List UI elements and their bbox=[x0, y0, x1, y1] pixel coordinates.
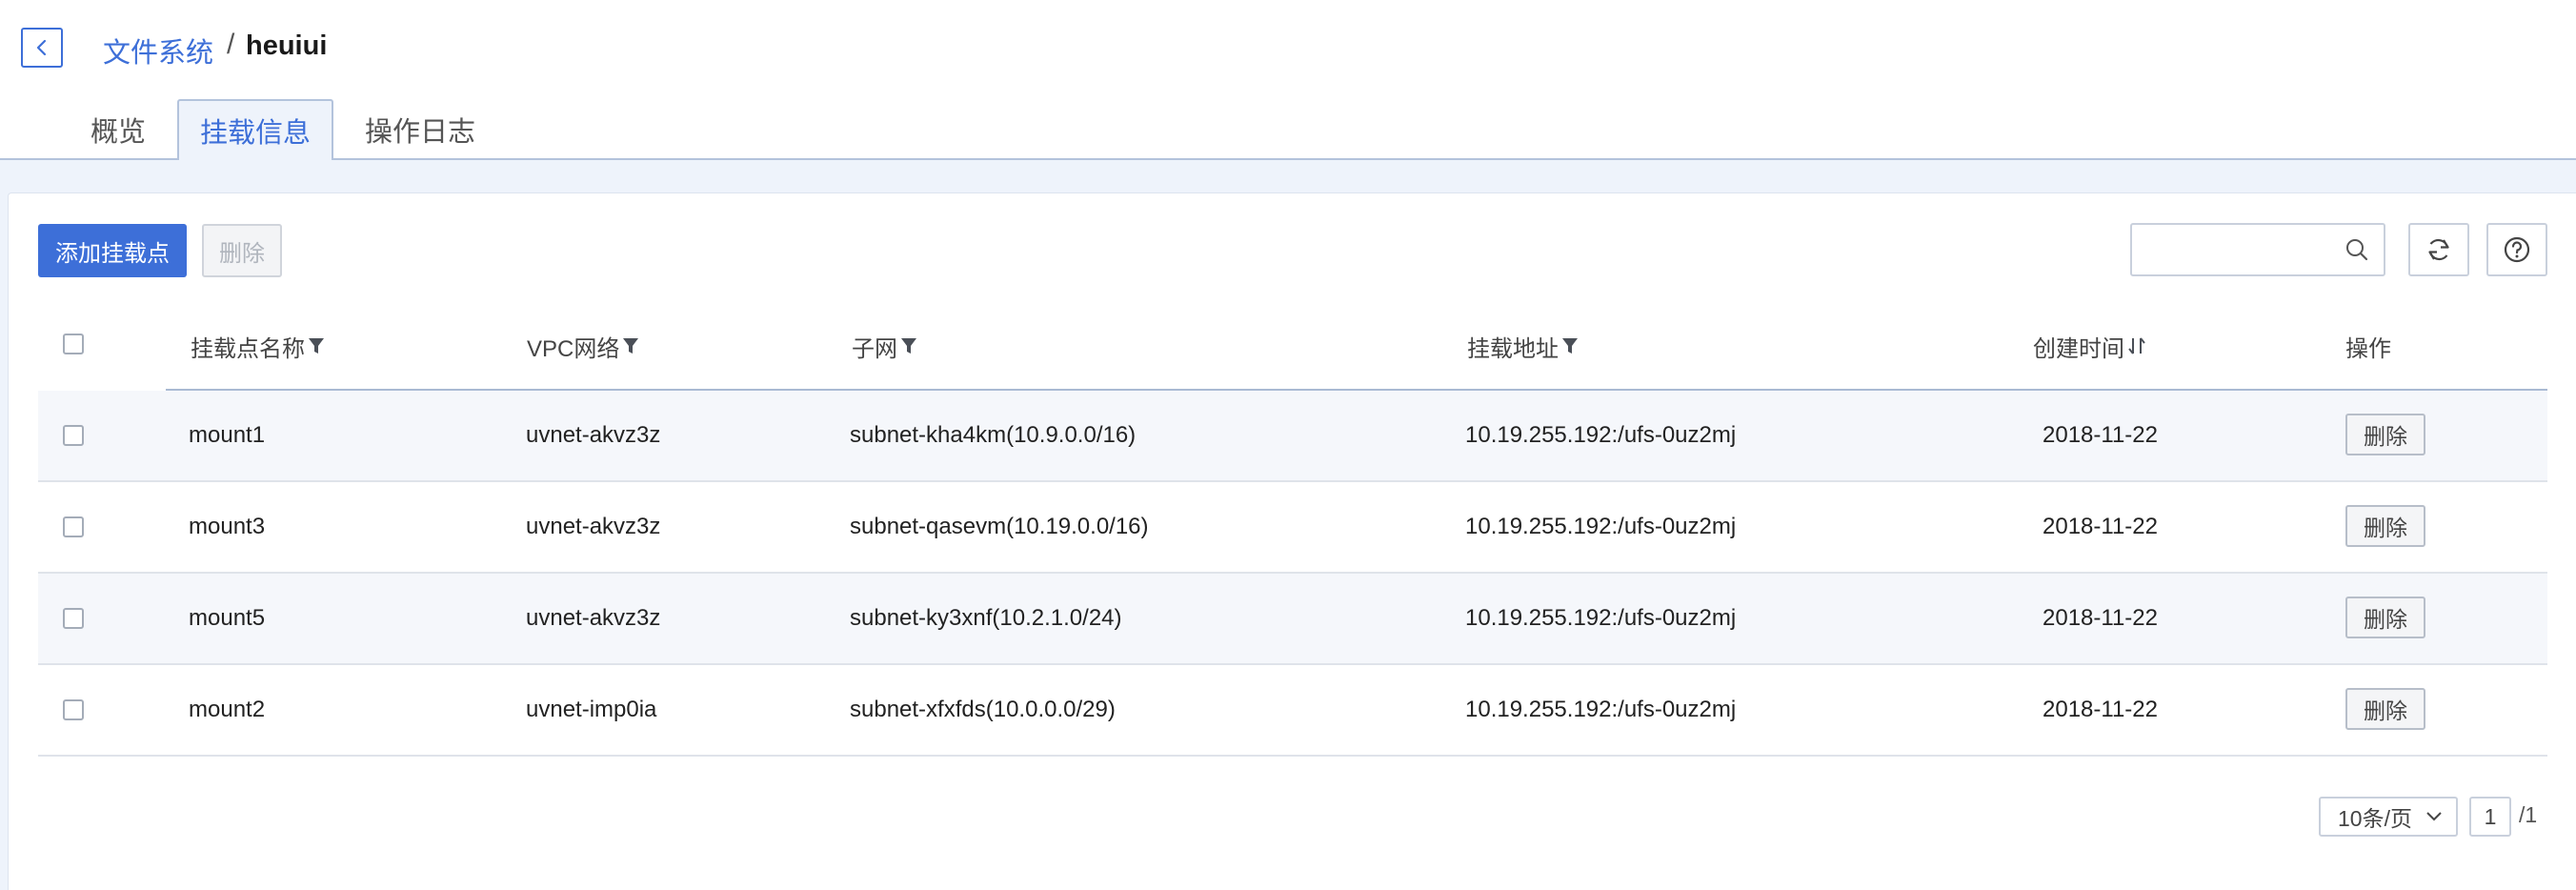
current-page-input[interactable]: 1 bbox=[2469, 797, 2511, 837]
add-mount-point-button[interactable]: 添加挂载点 bbox=[38, 224, 187, 277]
refresh-icon bbox=[2428, 238, 2449, 261]
cell-created: 2018-11-22 bbox=[2043, 422, 2158, 448]
cell-vpc: uvnet-imp0ia bbox=[526, 697, 657, 722]
active-tab-connector bbox=[179, 158, 332, 160]
cell-subnet: subnet-xfxfds(10.0.0.0/29) bbox=[850, 697, 1116, 722]
refresh-button[interactable] bbox=[2408, 223, 2469, 276]
column-header-created[interactable]: 创建时间 bbox=[2033, 330, 2147, 362]
sort-icon[interactable] bbox=[2126, 335, 2147, 356]
column-header-vpc[interactable]: VPC网络 bbox=[527, 330, 640, 362]
column-header-name[interactable]: 挂载点名称 bbox=[191, 330, 326, 362]
cell-name: mount1 bbox=[189, 422, 266, 448]
cell-address: 10.19.255.192:/ufs-0uz2mj bbox=[1465, 514, 1737, 539]
bulk-delete-button: 删除 bbox=[202, 224, 282, 277]
filter-icon[interactable] bbox=[307, 335, 326, 356]
cell-subnet: subnet-ky3xnf(10.2.1.0/24) bbox=[850, 605, 1122, 631]
column-header-vpc-label: VPC网络 bbox=[527, 335, 620, 362]
filter-icon[interactable] bbox=[899, 335, 918, 356]
delete-row-button[interactable]: 删除 bbox=[2345, 505, 2425, 547]
cell-vpc: uvnet-akvz3z bbox=[526, 422, 661, 448]
chevron-left-icon bbox=[36, 39, 47, 56]
row-checkbox[interactable] bbox=[63, 425, 84, 446]
select-all-checkbox[interactable] bbox=[63, 334, 84, 354]
cell-vpc: uvnet-akvz3z bbox=[526, 514, 661, 539]
cell-address: 10.19.255.192:/ufs-0uz2mj bbox=[1465, 605, 1737, 631]
column-header-name-label: 挂载点名称 bbox=[191, 335, 305, 362]
page-size-label: 10条/页 bbox=[2338, 806, 2412, 831]
row-checkbox[interactable] bbox=[63, 699, 84, 720]
table-row: mount5 uvnet-akvz3z subnet-ky3xnf(10.2.1… bbox=[38, 574, 2547, 665]
column-header-actions: 操作 bbox=[2345, 335, 2391, 362]
chevron-down-icon bbox=[2426, 812, 2442, 821]
row-checkbox[interactable] bbox=[63, 608, 84, 629]
page-header: 文件系统 / heuiui 概览 挂载信息 操作日志 bbox=[0, 0, 2576, 160]
table-row: mount2 uvnet-imp0ia subnet-xfxfds(10.0.0… bbox=[38, 665, 2547, 757]
cell-name: mount3 bbox=[189, 514, 266, 539]
column-header-created-label: 创建时间 bbox=[2033, 335, 2124, 362]
filter-icon[interactable] bbox=[1560, 335, 1580, 356]
cell-subnet: subnet-qasevm(10.19.0.0/16) bbox=[850, 514, 1149, 539]
cell-subnet: subnet-kha4km(10.9.0.0/16) bbox=[850, 422, 1137, 448]
help-icon bbox=[2504, 236, 2530, 263]
cell-created: 2018-11-22 bbox=[2043, 514, 2158, 539]
search-input[interactable] bbox=[2142, 233, 2332, 267]
tab-divider bbox=[0, 158, 2576, 160]
column-header-subnet-label: 子网 bbox=[852, 335, 897, 362]
total-pages: /1 bbox=[2519, 802, 2538, 827]
filter-icon[interactable] bbox=[621, 335, 640, 356]
cell-address: 10.19.255.192:/ufs-0uz2mj bbox=[1465, 697, 1737, 722]
cell-name: mount2 bbox=[189, 697, 266, 722]
table-row: mount1 uvnet-akvz3z subnet-kha4km(10.9.0… bbox=[38, 391, 2547, 482]
tab-operation-log[interactable]: 操作日志 bbox=[351, 99, 490, 160]
delete-row-button[interactable]: 删除 bbox=[2345, 597, 2425, 638]
back-button[interactable] bbox=[21, 28, 63, 68]
column-header-address[interactable]: 挂载地址 bbox=[1467, 330, 1580, 362]
cell-name: mount5 bbox=[189, 605, 266, 631]
cell-vpc: uvnet-akvz3z bbox=[526, 605, 661, 631]
search-field[interactable] bbox=[2130, 223, 2385, 276]
breadcrumb-parent-link[interactable]: 文件系统 bbox=[103, 30, 213, 71]
tab-mount-info[interactable]: 挂载信息 bbox=[177, 99, 333, 160]
page-title: heuiui bbox=[246, 30, 328, 61]
table-row: mount3 uvnet-akvz3z subnet-qasevm(10.19.… bbox=[38, 482, 2547, 574]
tab-overview[interactable]: 概览 bbox=[76, 99, 160, 160]
row-checkbox[interactable] bbox=[63, 516, 84, 537]
column-header-address-label: 挂载地址 bbox=[1467, 335, 1559, 362]
delete-row-button[interactable]: 删除 bbox=[2345, 688, 2425, 730]
search-icon[interactable] bbox=[2344, 236, 2370, 263]
help-button[interactable] bbox=[2486, 223, 2547, 276]
cell-address: 10.19.255.192:/ufs-0uz2mj bbox=[1465, 422, 1737, 448]
page-size-select[interactable]: 10条/页 bbox=[2319, 797, 2458, 837]
delete-row-button[interactable]: 删除 bbox=[2345, 414, 2425, 455]
cell-created: 2018-11-22 bbox=[2043, 697, 2158, 722]
column-header-subnet[interactable]: 子网 bbox=[852, 330, 918, 362]
cell-created: 2018-11-22 bbox=[2043, 605, 2158, 631]
breadcrumb-separator: / bbox=[227, 29, 235, 60]
